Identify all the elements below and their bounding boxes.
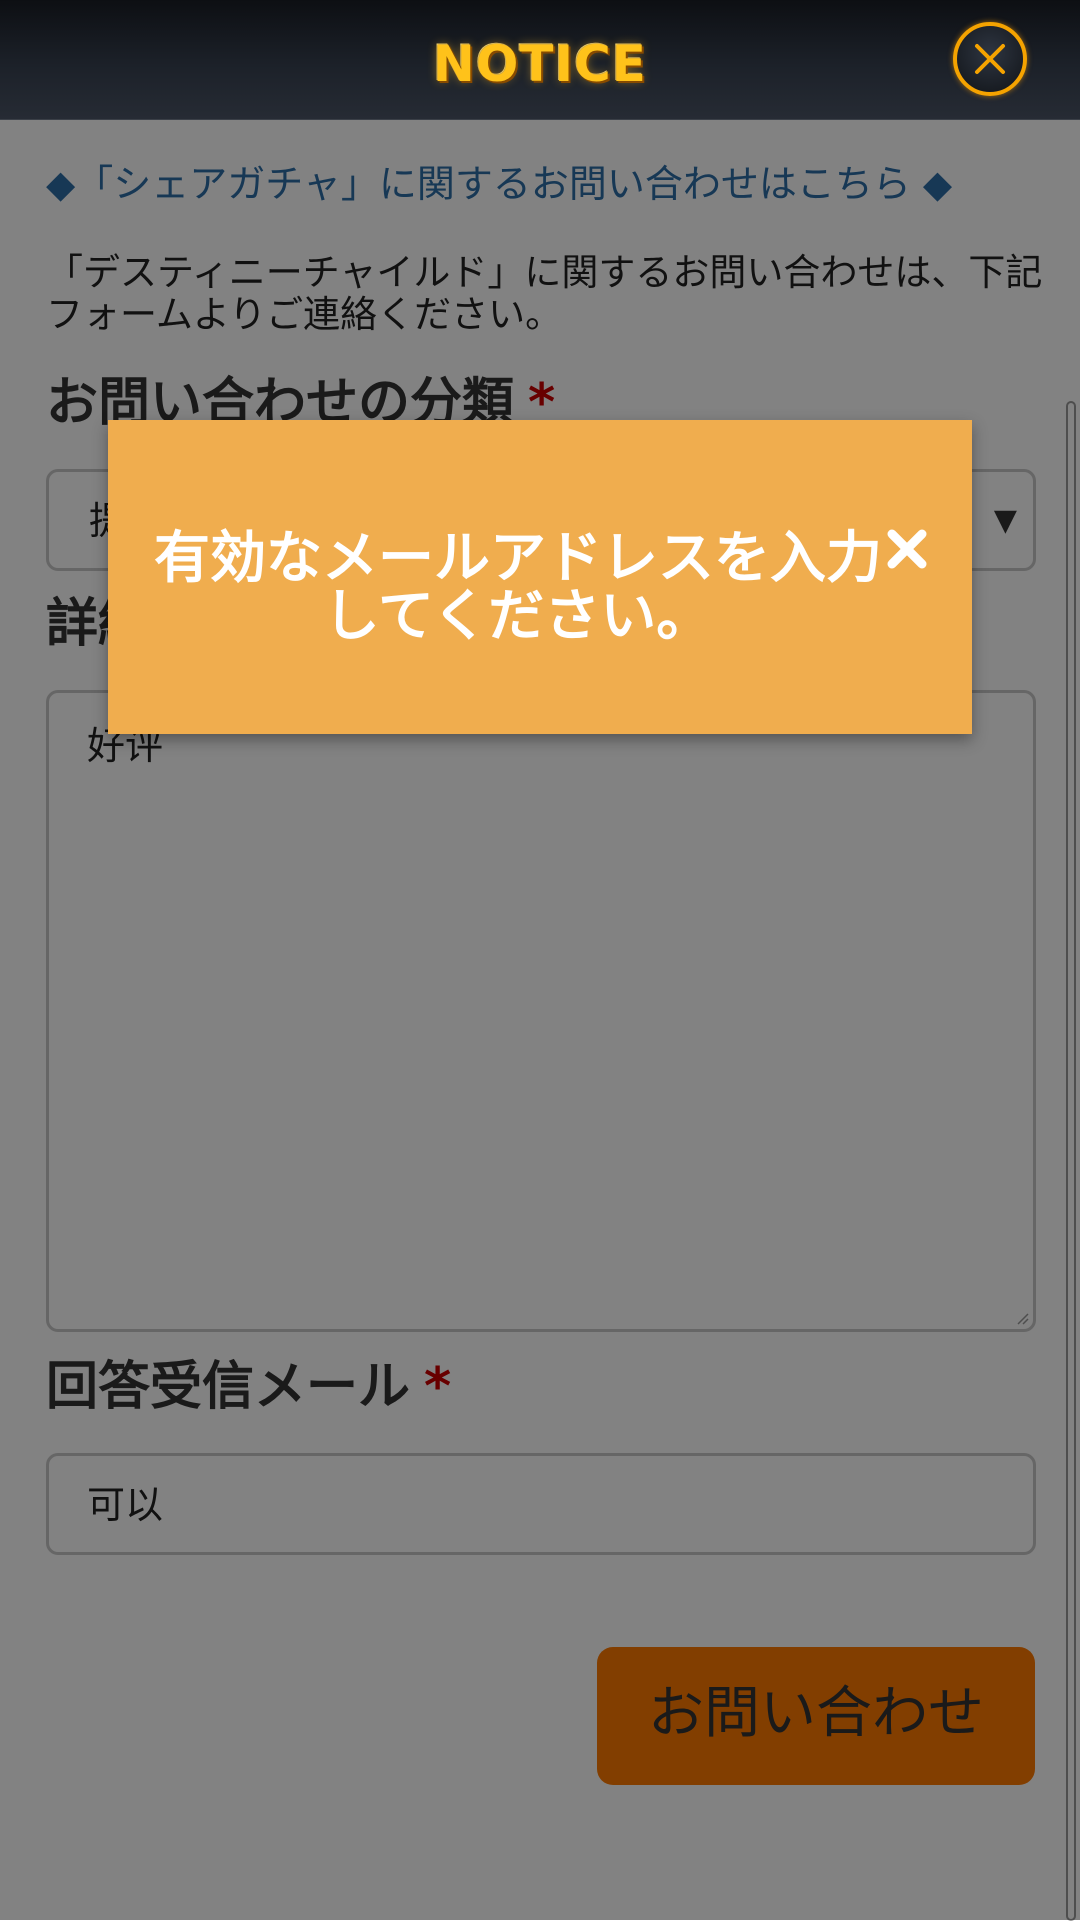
validation-toast: 有効なメールアドレスを入力してください。 <box>108 420 972 734</box>
close-x-icon <box>887 529 927 569</box>
page-title: NOTICE <box>433 35 647 93</box>
close-button[interactable] <box>953 22 1027 96</box>
toast-message: 有効なメールアドレスを入力してください。 <box>154 526 882 649</box>
header-bar: NOTICE <box>0 0 1080 120</box>
toast-close-button[interactable] <box>882 524 932 574</box>
modal-overlay[interactable] <box>0 120 1080 1920</box>
close-circle-icon <box>975 44 1005 74</box>
